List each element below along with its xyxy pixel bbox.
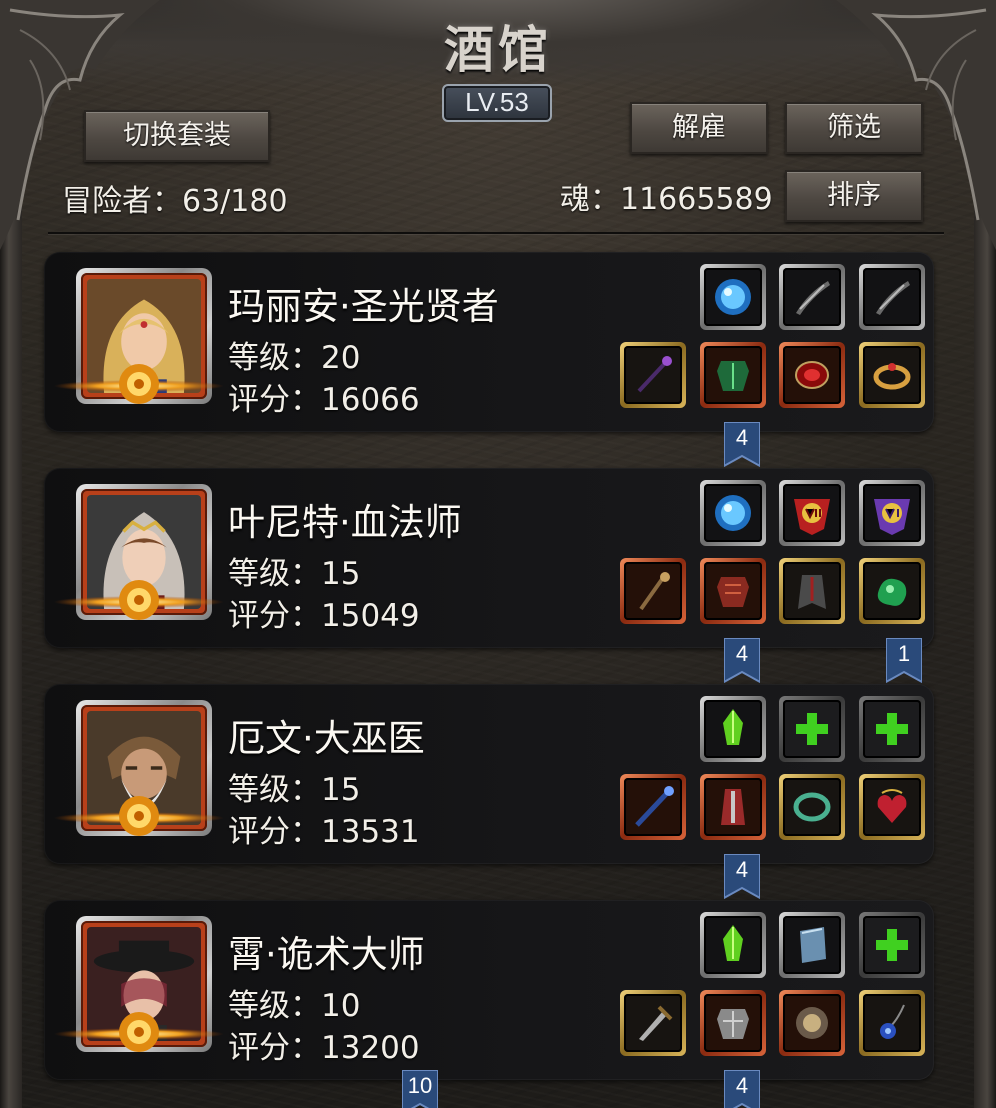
- stone-amulet-icon: [796, 1007, 828, 1039]
- adventurer-count: 冒险者：63/180: [62, 184, 288, 219]
- equip-slot[interactable]: [700, 480, 766, 546]
- hero-name: 霄·诡术大师: [228, 933, 425, 976]
- switch-outfit-button[interactable]: 切换套装: [84, 110, 270, 162]
- emblem-vi-icon: [874, 499, 910, 535]
- hero-score: 评分：16066: [228, 382, 420, 418]
- red-gem-icon: [795, 361, 829, 389]
- soul-count: 魂：11665589: [560, 182, 773, 217]
- equip-slot[interactable]: [700, 558, 766, 624]
- jade-ring-icon: [793, 792, 831, 822]
- hero-level: 等级：15: [228, 772, 361, 808]
- hero-card[interactable]: 叶尼特·血法师 等级：15 评分：15049: [44, 468, 934, 648]
- hero-name: 叶尼特·血法师: [228, 501, 462, 544]
- hero-card[interactable]: 玛丽安·圣光贤者 等级：20 评分：16066: [44, 252, 934, 432]
- set-count-tag: 4: [724, 638, 760, 690]
- empty-slot[interactable]: [859, 696, 925, 762]
- header-divider: [48, 232, 944, 234]
- plus-icon: [876, 929, 908, 961]
- hero-level: 等级：10: [228, 988, 361, 1024]
- page-title: 酒馆: [444, 20, 552, 79]
- equip-slot[interactable]: [859, 558, 925, 624]
- set-count-tag: 1: [886, 638, 922, 690]
- hero-score: 评分：15049: [228, 598, 420, 634]
- rank-sun-emblem-icon: [54, 1012, 224, 1052]
- rank-sun-emblem-icon: [54, 364, 224, 404]
- empty-slot[interactable]: [779, 696, 845, 762]
- equip-slot[interactable]: [779, 480, 845, 546]
- dismiss-button[interactable]: 解雇: [630, 102, 768, 154]
- book-icon: [800, 927, 826, 963]
- equip-slot[interactable]: [779, 558, 845, 624]
- hero-level: 等级：15: [228, 556, 361, 592]
- silver-armor-icon: [717, 1009, 749, 1039]
- set-count-tag: 4: [724, 422, 760, 474]
- equip-slot[interactable]: [859, 480, 925, 546]
- plus-icon: [796, 713, 828, 745]
- hero-score: 评分：13531: [228, 814, 420, 850]
- equip-slot[interactable]: [700, 342, 766, 408]
- tavern-level-badge: LV.53: [442, 84, 552, 122]
- blue-staff-icon: [635, 786, 674, 827]
- sort-button[interactable]: 排序: [785, 170, 923, 222]
- empty-slot[interactable]: [859, 912, 925, 978]
- equip-slot[interactable]: [700, 264, 766, 330]
- equip-slot[interactable]: [859, 342, 925, 408]
- gold-ring-icon: [873, 363, 911, 390]
- equip-slot[interactable]: [779, 264, 845, 330]
- equip-slot[interactable]: [779, 912, 845, 978]
- equip-slot[interactable]: [779, 774, 845, 840]
- equip-slot[interactable]: [859, 774, 925, 840]
- equip-slot[interactable]: [779, 990, 845, 1056]
- blue-orb-icon: [715, 279, 751, 315]
- emblem-vii-icon: [794, 499, 830, 535]
- hero-card[interactable]: 霄·诡术大师 等级：10 评分：13200: [44, 900, 934, 1080]
- equip-slot[interactable]: [859, 264, 925, 330]
- green-armor-icon: [717, 361, 749, 391]
- green-crystal-icon: [723, 925, 743, 961]
- rank-sun-emblem-icon: [54, 580, 224, 620]
- set-count-tag: 10: [402, 1070, 438, 1108]
- equip-slot[interactable]: [700, 912, 766, 978]
- red-armor-icon: [717, 577, 749, 607]
- cloak-icon: [798, 575, 826, 609]
- equip-slot[interactable]: [700, 990, 766, 1056]
- hero-card[interactable]: 厄文·大巫医 等级：15 评分：13531: [44, 684, 934, 864]
- green-crystal-icon: [723, 709, 743, 745]
- hero-name: 玛丽安·圣光贤者: [228, 285, 499, 328]
- red-robe-icon: [721, 789, 745, 825]
- green-gem-icon: [877, 578, 907, 606]
- set-count-tag: 4: [724, 854, 760, 906]
- equip-slot[interactable]: [620, 558, 686, 624]
- staff-icon: [639, 572, 670, 611]
- hero-name: 厄文·大巫医: [228, 717, 425, 760]
- blue-amulet-icon: [880, 1004, 905, 1039]
- equip-slot[interactable]: [700, 696, 766, 762]
- dagger-icon: [639, 1005, 673, 1041]
- staff-icon: [637, 356, 672, 393]
- blue-orb-icon: [715, 495, 751, 531]
- plus-icon: [876, 713, 908, 745]
- equip-slot[interactable]: [620, 774, 686, 840]
- equip-slot[interactable]: [620, 990, 686, 1056]
- equip-slot[interactable]: [859, 990, 925, 1056]
- equip-slot[interactable]: [620, 342, 686, 408]
- rank-sun-emblem-icon: [54, 796, 224, 836]
- set-count-tag: 4: [724, 1070, 760, 1108]
- filter-button[interactable]: 筛选: [785, 102, 923, 154]
- hero-score: 评分：13200: [228, 1030, 420, 1066]
- equip-slot[interactable]: [779, 342, 845, 408]
- hero-level: 等级：20: [228, 340, 361, 376]
- curved-blade-icon: [796, 281, 830, 315]
- equip-slot[interactable]: [700, 774, 766, 840]
- heart-amulet-icon: [877, 789, 907, 823]
- curved-blade-icon: [876, 281, 910, 315]
